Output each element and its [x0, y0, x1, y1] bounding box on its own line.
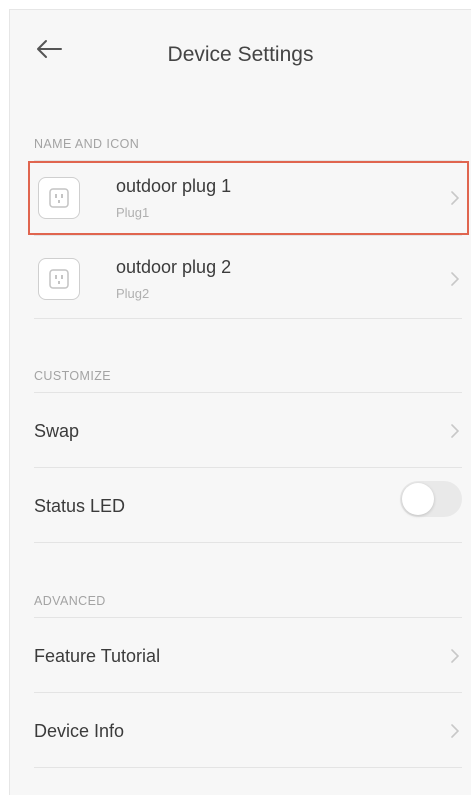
- section-label-name-and-icon: NAME AND ICON: [34, 137, 140, 151]
- section-label-customize: CUSTOMIZE: [34, 369, 111, 383]
- chevron-right-icon: [450, 190, 460, 206]
- chevron-right-icon: [450, 423, 460, 439]
- chevron-right-icon: [450, 723, 460, 739]
- plug-subtitle: Plug2: [116, 286, 150, 301]
- divider: [34, 160, 462, 161]
- divider: [34, 542, 462, 543]
- swap-row[interactable]: Swap: [34, 393, 462, 467]
- outlet-icon: [38, 177, 80, 219]
- status-led-row: Status LED: [34, 468, 462, 542]
- divider: [34, 767, 462, 768]
- plug-subtitle: Plug1: [116, 205, 150, 220]
- device-info-row[interactable]: Device Info: [34, 693, 462, 767]
- page-title: Device Settings: [167, 43, 314, 66]
- header: Device Settings: [10, 10, 471, 82]
- section-label-advanced: ADVANCED: [34, 594, 106, 608]
- status-led-label: Status LED: [34, 496, 126, 516]
- device-info-label: Device Info: [34, 721, 125, 741]
- device-settings-screen: Device Settings NAME AND ICON outdoor pl…: [9, 9, 471, 795]
- toggle-knob: [402, 483, 434, 515]
- status-led-toggle[interactable]: [400, 481, 462, 517]
- plug-row-2[interactable]: outdoor plug 2 Plug2: [34, 243, 462, 315]
- plug-name: outdoor plug 2: [116, 257, 232, 277]
- divider: [34, 318, 462, 319]
- plug-row-1[interactable]: outdoor plug 1 Plug1: [34, 162, 462, 234]
- feature-tutorial-row[interactable]: Feature Tutorial: [34, 618, 462, 692]
- outlet-icon: [38, 258, 80, 300]
- plug-name: outdoor plug 1: [116, 176, 232, 196]
- swap-label: Swap: [34, 421, 80, 441]
- chevron-right-icon: [450, 648, 460, 664]
- divider: [34, 235, 462, 236]
- feature-tutorial-label: Feature Tutorial: [34, 646, 161, 666]
- chevron-right-icon: [450, 271, 460, 287]
